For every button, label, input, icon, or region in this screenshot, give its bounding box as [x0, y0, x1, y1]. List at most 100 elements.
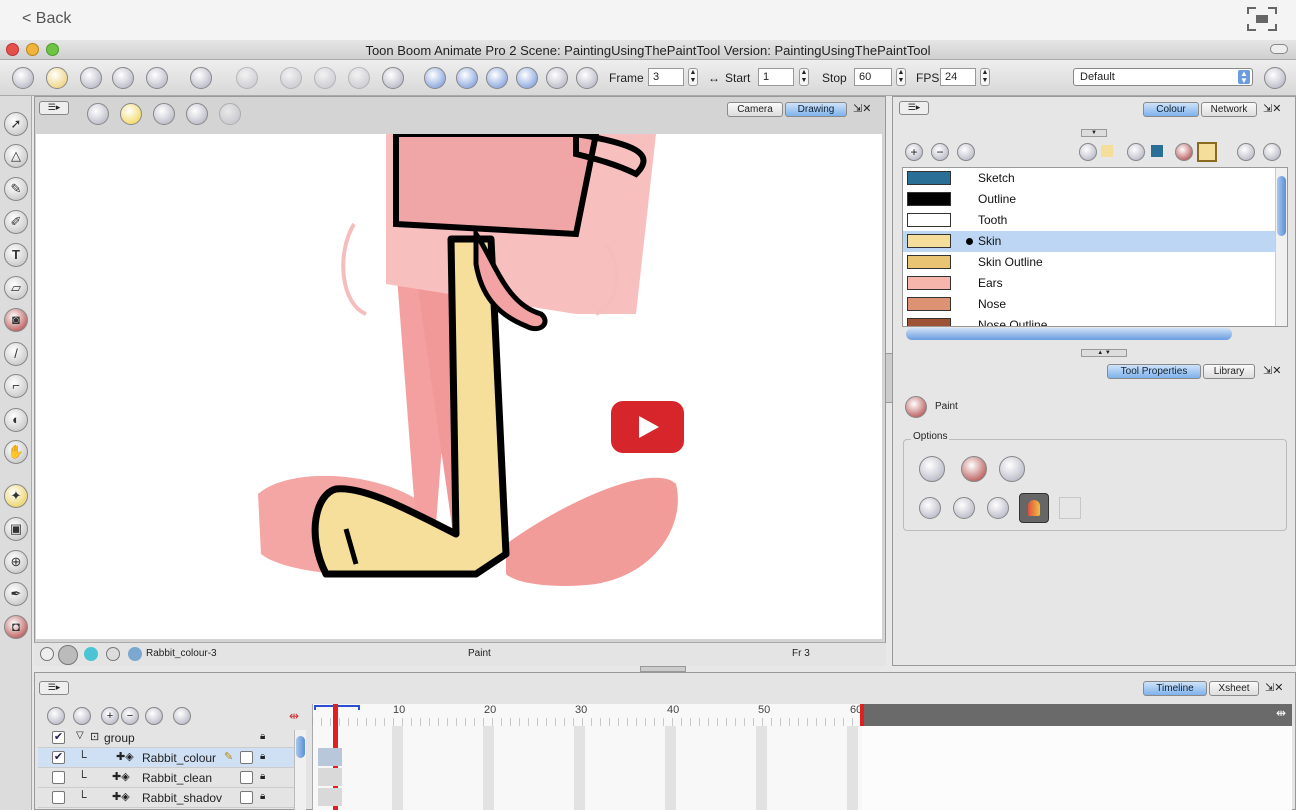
stop-frame-marker[interactable]: [860, 704, 864, 726]
tab-xsheet[interactable]: Xsheet: [1209, 681, 1259, 696]
collapse-all-icon[interactable]: ⇹: [289, 709, 299, 723]
layer-visible-checkbox[interactable]: ✔: [52, 751, 65, 764]
timeline-close-icon[interactable]: ⇲✕: [1265, 681, 1283, 694]
tab-colour[interactable]: Colour: [1143, 102, 1199, 117]
text-tool-icon[interactable]: T: [4, 243, 28, 267]
start-field[interactable]: 1: [758, 68, 794, 86]
sound-scrub-icon[interactable]: [516, 67, 538, 89]
onion-skin-icon[interactable]: [153, 103, 175, 125]
first-frame-icon[interactable]: [546, 67, 568, 89]
last-frame-icon[interactable]: [576, 67, 598, 89]
light-table-icon[interactable]: [120, 103, 142, 125]
colour-mode-icon[interactable]: [84, 647, 98, 661]
layer-row-rabbit-colour[interactable]: ✔ └ ✚◈ Rabbit_colour ✎ 🔒︎: [38, 748, 294, 768]
panel-menu-icon[interactable]: ☰▸: [39, 101, 69, 115]
exposure-cell[interactable]: [318, 748, 342, 766]
remove-colour-icon[interactable]: −: [931, 143, 949, 161]
timeline-menu-icon[interactable]: ☰▸: [39, 681, 69, 695]
panel-close-icon[interactable]: ⇲✕: [853, 102, 871, 115]
layer-lock-checkbox[interactable]: [240, 771, 253, 784]
colour-row[interactable]: Ears: [903, 273, 1275, 294]
video-play-button[interactable]: [611, 401, 684, 453]
rotate-view-icon[interactable]: ◐: [4, 408, 28, 432]
tab-network[interactable]: Network: [1201, 102, 1257, 117]
pivot-tool-icon[interactable]: ⊕: [4, 550, 28, 574]
lock-icon[interactable]: 🔒︎: [260, 791, 265, 802]
add-drawing-layer-icon[interactable]: [73, 707, 91, 725]
play-icon[interactable]: [424, 67, 446, 89]
brush-tool-icon[interactable]: ✎: [4, 177, 28, 201]
colour-row[interactable]: Skin Outline: [903, 252, 1275, 273]
edit-colour-icon[interactable]: [1079, 143, 1097, 161]
line-tool-icon[interactable]: /: [4, 342, 28, 366]
colour-icon[interactable]: [186, 103, 208, 125]
colour-row-selected[interactable]: Skin: [903, 231, 1275, 252]
paint-everywhere-icon[interactable]: [919, 497, 941, 519]
colour-list-scrollbar[interactable]: [1275, 168, 1287, 326]
tab-camera[interactable]: Camera: [727, 102, 783, 117]
fullscreen-icon[interactable]: [1246, 6, 1278, 32]
scrollbar-thumb[interactable]: [1277, 176, 1286, 236]
palette-options-icon[interactable]: [1263, 143, 1281, 161]
fill-colour-icon[interactable]: [1175, 143, 1193, 161]
tool-panel-close-icon[interactable]: ⇲✕: [1263, 364, 1281, 377]
transform-tool-icon[interactable]: ▣: [4, 517, 28, 541]
layer-row-rabbit-shadow[interactable]: └ ✚◈ Rabbit_shadov 🔒︎: [38, 788, 294, 808]
hand-tool-icon[interactable]: ✋: [4, 440, 28, 464]
layer-lock-checkbox[interactable]: [240, 791, 253, 804]
save-icon[interactable]: [80, 67, 102, 89]
colour-row[interactable]: Outline: [903, 189, 1275, 210]
pencil-tool-icon[interactable]: ✐: [4, 210, 28, 234]
paint-painted-icon[interactable]: [987, 497, 1009, 519]
paint-mode-icon[interactable]: [961, 456, 987, 482]
layer-properties-icon[interactable]: [173, 707, 191, 725]
unpaint-mode-icon[interactable]: [1019, 493, 1049, 523]
loop-icon[interactable]: [456, 67, 478, 89]
new-scene-icon[interactable]: [12, 67, 34, 89]
paste-icon[interactable]: [348, 67, 370, 89]
stop-field[interactable]: 60: [854, 68, 892, 86]
add-texture-icon[interactable]: [957, 143, 975, 161]
show-all-icon[interactable]: [47, 707, 65, 725]
remove-layer-icon[interactable]: −: [121, 707, 139, 725]
lasso-mode-icon[interactable]: [919, 456, 945, 482]
zoom-reset-icon[interactable]: [40, 647, 54, 661]
view-mode-icon[interactable]: [58, 645, 78, 665]
exposure-cell[interactable]: [318, 768, 342, 786]
camera-mask-icon[interactable]: [106, 647, 120, 661]
grid-icon[interactable]: [87, 103, 109, 125]
cut-icon[interactable]: [280, 67, 302, 89]
layers-scrollbar-thumb[interactable]: [296, 736, 305, 758]
collapse-handle[interactable]: ▼: [1081, 129, 1107, 137]
tab-library[interactable]: Library: [1203, 364, 1255, 379]
copy-icon[interactable]: [314, 67, 336, 89]
colour-row[interactable]: Nose Outline: [903, 315, 1275, 326]
expand-chevron-icon[interactable]: ▽: [76, 730, 84, 741]
colour-panel-menu-icon[interactable]: ☰▸: [899, 101, 929, 115]
lock-icon[interactable]: 🔒︎: [260, 771, 265, 782]
select-tool-icon[interactable]: ➚: [4, 112, 28, 136]
palette-lock-icon[interactable]: [1237, 143, 1255, 161]
colour-row[interactable]: Nose: [903, 294, 1275, 315]
colour-row[interactable]: Sketch: [903, 168, 1275, 189]
back-button[interactable]: < Back: [22, 10, 71, 28]
horizontal-scrollbar[interactable]: [906, 328, 1232, 340]
add-peg-icon[interactable]: [145, 707, 163, 725]
tab-timeline[interactable]: Timeline: [1143, 681, 1207, 696]
layer-visible-checkbox[interactable]: ✔: [52, 731, 65, 744]
line-colour-icon[interactable]: [1127, 143, 1145, 161]
sound-icon[interactable]: [486, 67, 508, 89]
layers-scrollbar[interactable]: [294, 730, 306, 810]
frame-stepper[interactable]: ▲ ▼: [688, 68, 698, 86]
import-icon[interactable]: [146, 67, 168, 89]
tab-tool-properties[interactable]: Tool Properties: [1107, 364, 1201, 379]
start-stepper[interactable]: ▲ ▼: [799, 68, 809, 86]
fps-field[interactable]: 24: [940, 68, 976, 86]
exposure-cell[interactable]: [318, 788, 342, 806]
contour-editor-icon[interactable]: △: [4, 144, 28, 168]
layer-row-group[interactable]: ✔ ▽ ⊡ group 🔒︎: [38, 728, 294, 748]
frame-field[interactable]: 3: [648, 68, 684, 86]
drawing-canvas[interactable]: [36, 134, 882, 639]
fps-stepper[interactable]: ▲ ▼: [980, 68, 990, 86]
paint-tool-icon[interactable]: ◙: [4, 308, 28, 332]
